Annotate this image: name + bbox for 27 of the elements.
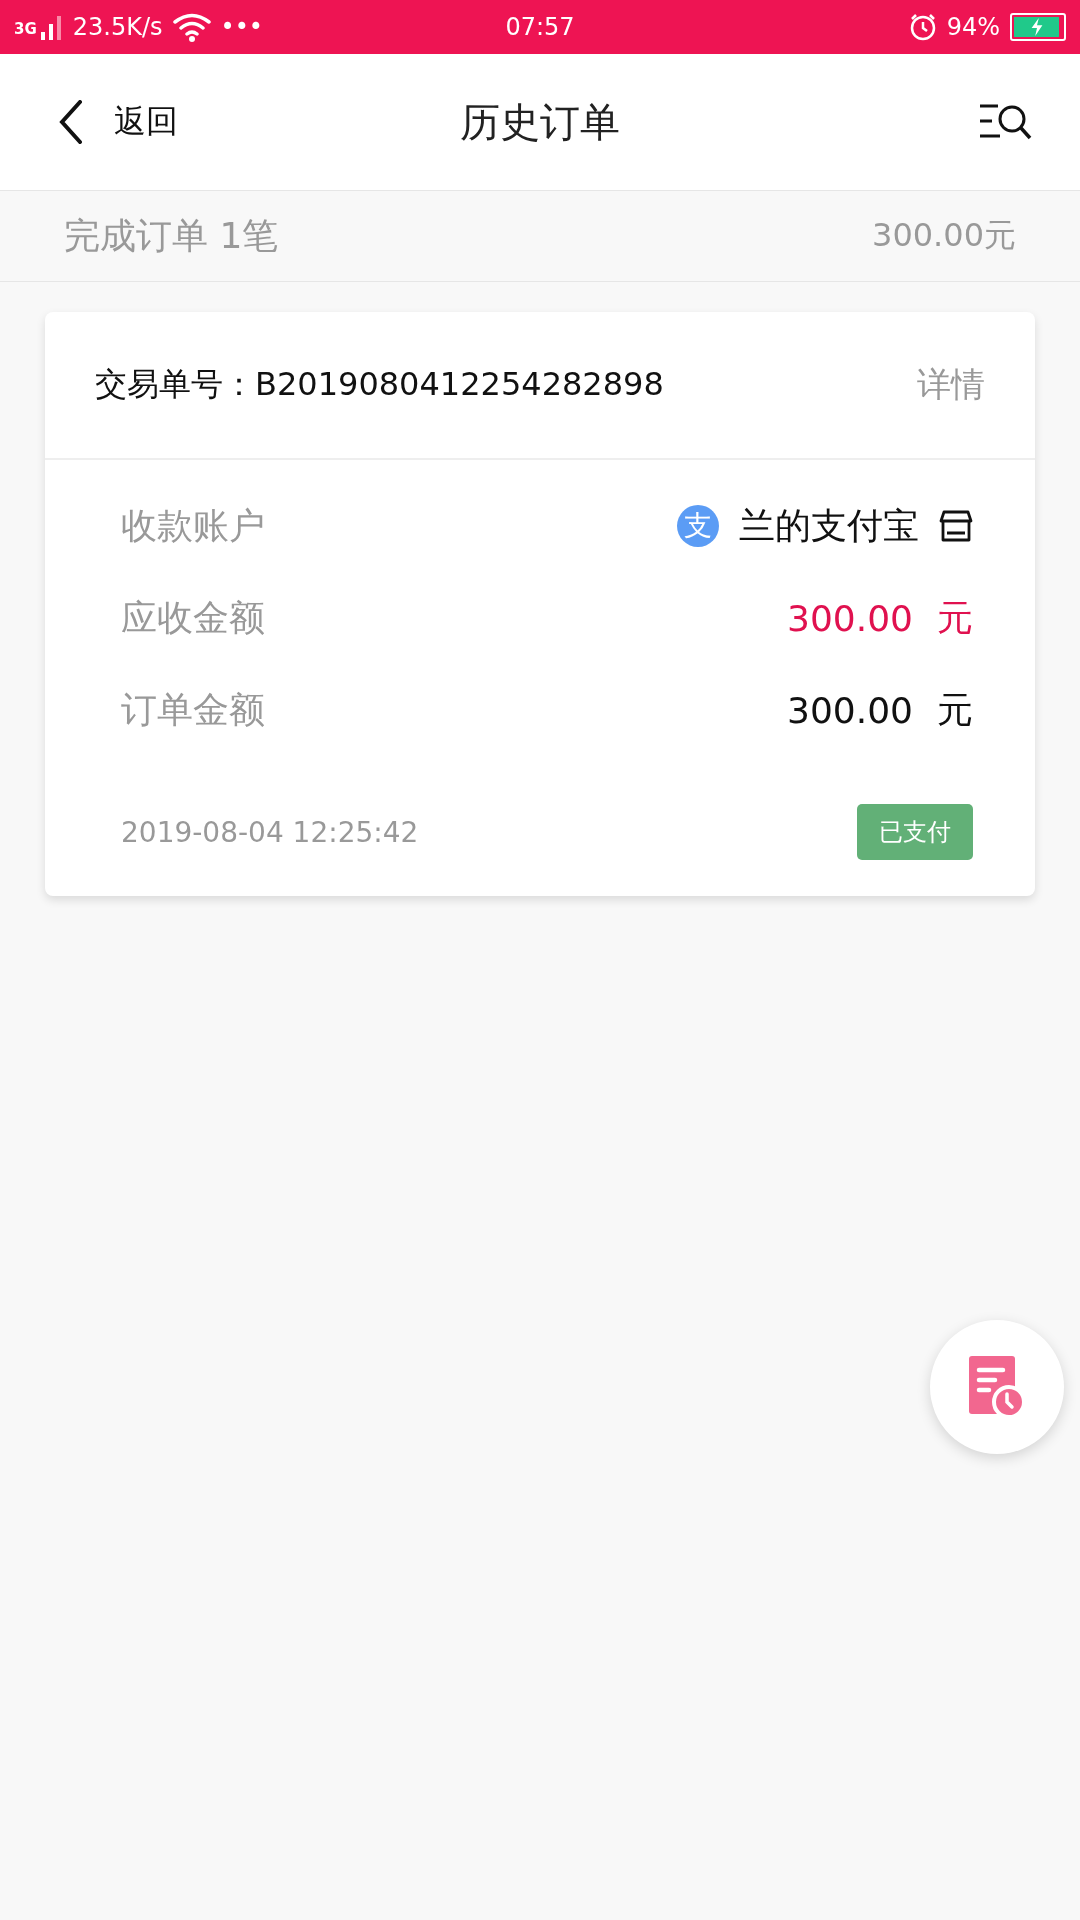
alarm-icon (908, 13, 937, 41)
store-icon (939, 509, 973, 543)
signal-icon (40, 14, 63, 40)
payment-logo-icon: 支 (677, 505, 719, 547)
network-speed: 23.5K/s (72, 13, 163, 41)
document-clock-icon (969, 1356, 1025, 1418)
more-indicator: ••• (220, 13, 263, 41)
chevron-left-icon (58, 100, 84, 144)
order-number: 交易单号：B2019080412254282898 (95, 364, 664, 405)
row-label: 订单金额 (121, 687, 265, 732)
amount-value: 300.00 元 (787, 687, 973, 733)
battery-percent: 94% (946, 13, 1000, 41)
amount-value: 300.00 元 (787, 595, 973, 641)
back-button[interactable]: 返回 (58, 100, 178, 144)
total-amount: 300.00元 (872, 215, 1016, 256)
battery-icon (1010, 13, 1066, 41)
row-label: 应收金额 (121, 595, 265, 640)
order-time: 2019-08-04 12:25:42 (121, 815, 419, 849)
row-label: 收款账户 (121, 503, 265, 548)
completed-count: 完成订单 1笔 (64, 213, 279, 258)
wifi-icon (172, 12, 211, 42)
search-icon[interactable] (978, 102, 1032, 142)
page-title: 历史订单 (460, 97, 620, 147)
account-name: 兰的支付宝 (739, 503, 919, 548)
clock-time: 07:57 (505, 13, 575, 41)
network-type: 3G (14, 20, 37, 38)
status-badge: 已支付 (857, 804, 973, 860)
